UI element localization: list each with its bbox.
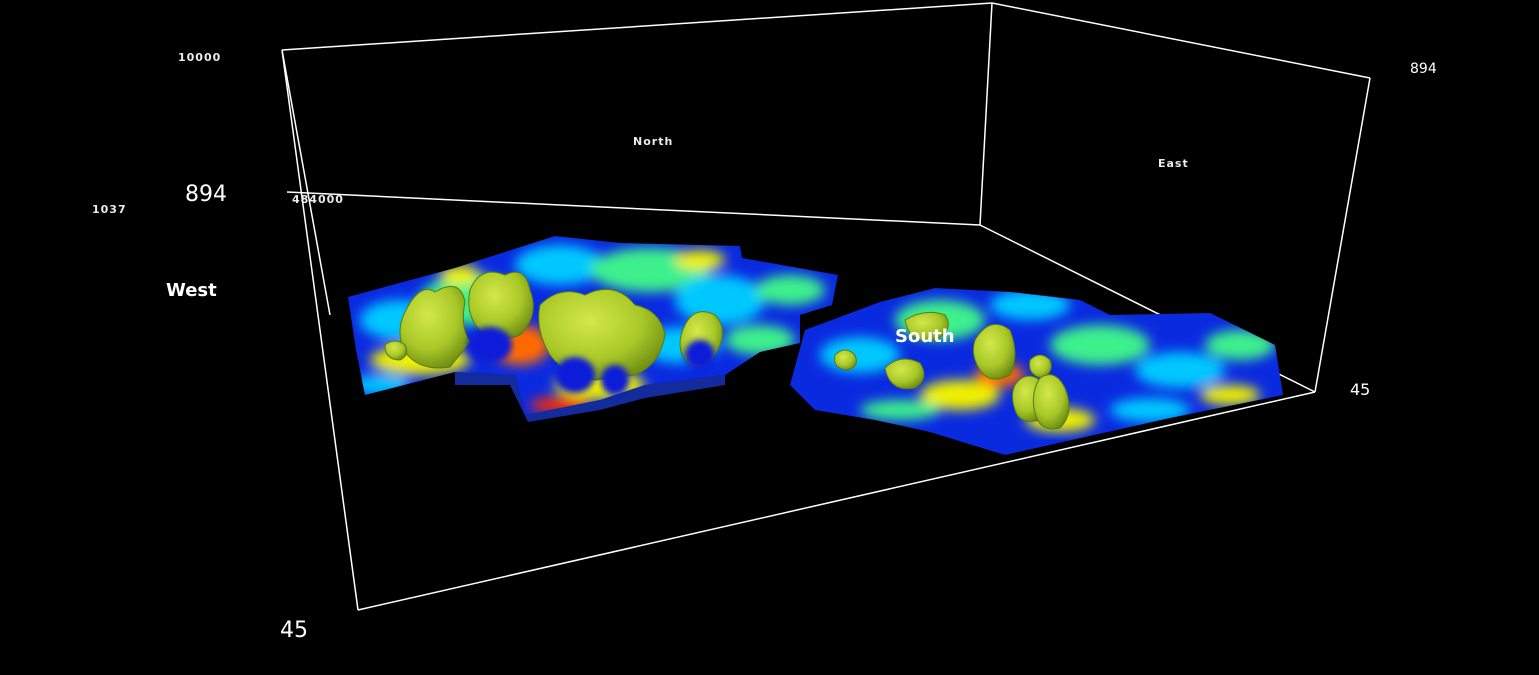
depth-label-left: 894 <box>185 182 227 207</box>
south-label: South <box>895 326 955 347</box>
depth-label-right: 894 <box>1410 61 1437 77</box>
bottom-label-right: 45 <box>1350 380 1371 399</box>
north-label: North <box>633 135 674 148</box>
east-label: East <box>1158 157 1189 170</box>
depth-tick-top-left: 1037 <box>92 203 127 216</box>
bottom-label-left: 45 <box>280 618 308 643</box>
west-label: West <box>166 280 217 301</box>
top-left-tick: 10000 <box>178 51 222 64</box>
front-left-tick: 484000 <box>292 193 344 206</box>
3d-viewport[interactable] <box>0 0 1539 675</box>
